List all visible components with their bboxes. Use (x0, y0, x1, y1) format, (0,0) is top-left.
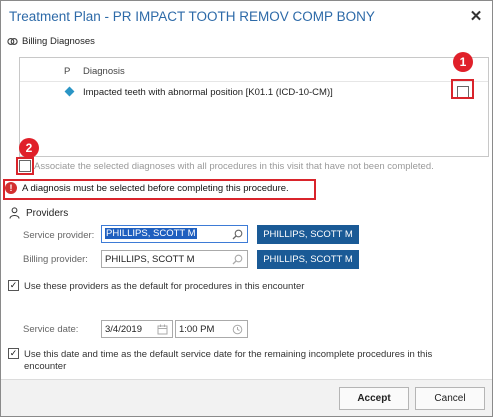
associate-checkbox[interactable] (19, 160, 31, 172)
close-icon[interactable]: ✕ (468, 8, 484, 25)
search-icon[interactable] (232, 254, 243, 265)
error-message: ! A diagnosis must be selected before co… (5, 182, 289, 194)
billing-provider-label: Billing provider: (23, 254, 88, 265)
providers-heading: Providers (9, 207, 68, 219)
callout-highlight-checkbox (451, 79, 474, 99)
billing-diagnoses-heading: Billing Diagnoses (7, 36, 95, 47)
service-provider-label: Service provider: (23, 230, 95, 241)
providers-label: Providers (26, 207, 69, 219)
diagnosis-text: Impacted teeth with abnormal position [K… (83, 87, 333, 98)
diamond-icon (64, 86, 75, 97)
calendar-icon[interactable] (157, 324, 168, 335)
service-provider-input[interactable]: PHILLIPS, SCOTT M (101, 225, 248, 243)
person-icon (9, 207, 20, 219)
service-date-input[interactable]: 3/4/2019 (101, 320, 173, 338)
diagnosis-table: P Diagnosis Impacted teeth with abnormal… (19, 57, 489, 157)
default-providers-label: Use these providers as the default for p… (24, 281, 305, 292)
dialog-title: Treatment Plan - PR IMPACT TOOTH REMOV C… (9, 9, 375, 24)
treatment-plan-dialog: Treatment Plan - PR IMPACT TOOTH REMOV C… (0, 0, 493, 417)
error-icon: ! (5, 182, 17, 194)
search-icon[interactable] (232, 229, 243, 240)
accept-button[interactable]: Accept (339, 387, 409, 410)
clock-icon[interactable] (232, 324, 243, 335)
callout-badge-2: 2 (19, 138, 39, 158)
default-service-date-checkbox[interactable]: ✓ (8, 348, 19, 359)
associate-label: Associate the selected diagnoses with al… (34, 161, 434, 172)
service-provider-value: PHILLIPS, SCOTT M (105, 228, 197, 239)
service-provider-button[interactable]: PHILLIPS, SCOTT M (257, 225, 359, 244)
diagnosis-table-header: P Diagnosis (20, 58, 488, 82)
service-time-value: 1:00 PM (179, 324, 215, 335)
title-bar: Treatment Plan - PR IMPACT TOOTH REMOV C… (1, 1, 492, 33)
column-header-p: P (64, 66, 71, 77)
table-row[interactable]: Impacted teeth with abnormal position [K… (20, 83, 488, 103)
dialog-footer: Accept Cancel (1, 379, 492, 416)
default-providers-checkbox[interactable]: ✓ (8, 280, 19, 291)
cancel-button[interactable]: Cancel (415, 387, 485, 410)
billing-provider-button[interactable]: PHILLIPS, SCOTT M (257, 250, 359, 269)
service-date-label: Service date: (23, 324, 79, 335)
billing-diagnoses-label: Billing Diagnoses (22, 36, 95, 47)
service-time-input[interactable]: 1:00 PM (175, 320, 248, 338)
billing-provider-value: PHILLIPS, SCOTT M (105, 254, 195, 265)
default-service-date-label-line1: Use this date and time as the default se… (24, 349, 433, 360)
service-date-value: 3/4/2019 (105, 324, 142, 335)
default-service-date-label-line2: encounter (24, 361, 67, 372)
error-text: A diagnosis must be selected before comp… (22, 182, 289, 194)
billing-provider-input[interactable]: PHILLIPS, SCOTT M (101, 250, 248, 268)
link-icon (7, 38, 18, 45)
column-header-diagnosis: Diagnosis (83, 66, 125, 77)
callout-badge-1: 1 (453, 52, 473, 72)
